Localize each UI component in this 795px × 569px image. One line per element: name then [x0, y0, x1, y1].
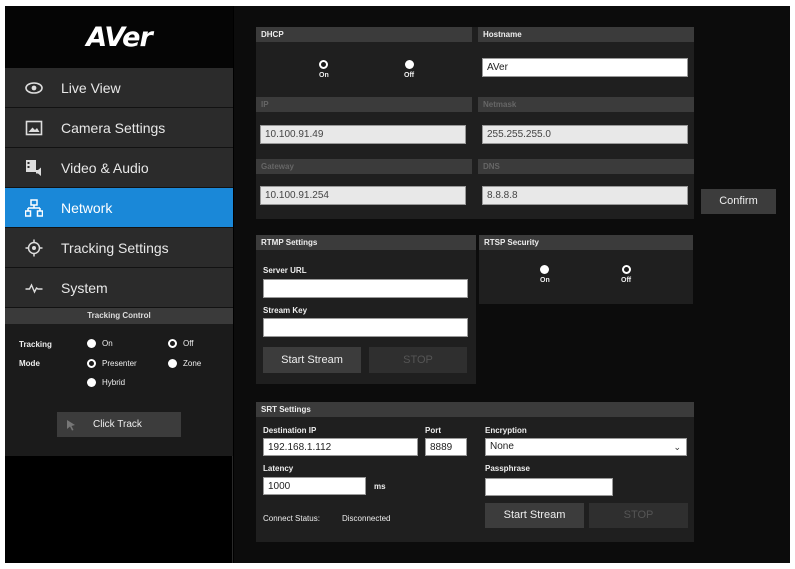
- radio-label: On: [319, 72, 329, 79]
- srt-start-stream-button[interactable]: Start Stream: [485, 503, 584, 528]
- tracking-off-radio[interactable]: Off: [168, 339, 194, 348]
- srt-stop-button[interactable]: STOP: [589, 503, 688, 528]
- passphrase-label: Passphrase: [485, 464, 530, 473]
- rtsp-off-radio[interactable]: Off: [621, 265, 631, 284]
- mode-zone-radio[interactable]: Zone: [168, 359, 201, 368]
- port-input[interactable]: [425, 438, 467, 456]
- brand-logo: AVer: [5, 6, 233, 68]
- video-audio-icon: [25, 159, 43, 177]
- hostname-input[interactable]: [482, 58, 688, 77]
- hostname-header: Hostname: [478, 27, 694, 42]
- radio-label: On: [102, 339, 113, 348]
- radio-label: Presenter: [102, 359, 137, 368]
- server-url-input[interactable]: [263, 279, 468, 298]
- radio-selected-icon: [87, 339, 96, 348]
- dhcp-off-radio[interactable]: Off: [404, 60, 414, 79]
- sidebar-item-tracking-settings[interactable]: Tracking Settings: [5, 228, 233, 268]
- srt-panel: SRT Settings Destination IP Port Encrypt…: [256, 402, 694, 542]
- dhcp-header: DHCP: [256, 27, 472, 42]
- latency-input[interactable]: [263, 477, 366, 495]
- mode-label: Mode: [19, 359, 40, 368]
- encryption-select[interactable]: None ⌄: [485, 438, 687, 456]
- network-panel: DHCP Hostname On Off IP Netmask Gateway …: [256, 27, 694, 219]
- port-label: Port: [425, 426, 441, 435]
- passphrase-input[interactable]: [485, 478, 613, 496]
- ip-header: IP: [256, 97, 472, 112]
- netmask-input[interactable]: [482, 125, 688, 144]
- stream-key-label: Stream Key: [263, 306, 308, 315]
- sidebar-item-label: Camera Settings: [61, 119, 166, 136]
- netmask-header: Netmask: [478, 97, 694, 112]
- rtsp-panel: RTSP Security On Off: [479, 235, 693, 304]
- gateway-header: Gateway: [256, 159, 472, 174]
- radio-label: Zone: [183, 359, 202, 368]
- sidebar-item-label: Live View: [61, 79, 121, 96]
- radio-unselected-icon: [319, 60, 329, 69]
- srt-header: SRT Settings: [256, 402, 694, 417]
- sidebar-item-label: Video & Audio: [61, 159, 149, 176]
- radio-unselected-icon: [168, 339, 177, 348]
- destination-ip-label: Destination IP: [263, 426, 317, 435]
- encryption-label: Encryption: [485, 426, 527, 435]
- confirm-button[interactable]: Confirm: [701, 189, 776, 214]
- destination-ip-input[interactable]: [263, 438, 418, 456]
- image-icon: [25, 119, 43, 137]
- radio-selected-icon: [87, 378, 96, 387]
- latency-label: Latency: [263, 464, 294, 473]
- rtmp-panel: RTMP Settings Server URL Stream Key Star…: [256, 235, 476, 384]
- sidebar-nav: Live View Camera Settings Video & Audio …: [5, 68, 233, 308]
- radio-unselected-icon: [87, 359, 96, 368]
- dhcp-on-radio[interactable]: On: [319, 60, 329, 79]
- mode-presenter-radio[interactable]: Presenter: [87, 359, 137, 368]
- radio-label: Off: [621, 277, 632, 284]
- dns-header: DNS: [478, 159, 694, 174]
- sidebar-item-video-audio[interactable]: Video & Audio: [5, 148, 233, 188]
- radio-label: On: [540, 277, 550, 284]
- click-track-label: Click Track: [93, 419, 142, 430]
- radio-label: Off: [404, 72, 415, 79]
- main-content: DHCP Hostname On Off IP Netmask Gateway …: [234, 6, 790, 563]
- rtmp-start-stream-button[interactable]: Start Stream: [263, 347, 361, 373]
- cursor-icon: [67, 419, 75, 430]
- rtsp-header: RTSP Security: [479, 235, 693, 250]
- connect-status-label: Connect Status:: [263, 514, 320, 523]
- connect-status-value: Disconnected: [342, 514, 391, 523]
- stream-key-input[interactable]: [263, 318, 468, 337]
- radio-selected-icon: [540, 265, 550, 274]
- server-url-label: Server URL: [263, 266, 307, 275]
- logo-text: AVer: [86, 21, 153, 53]
- rtsp-on-radio[interactable]: On: [540, 265, 550, 284]
- sidebar-item-system[interactable]: System: [5, 268, 233, 308]
- sidebar: AVer Live View Camera Settings Video & A…: [5, 6, 233, 563]
- mode-hybrid-radio[interactable]: Hybrid: [87, 378, 125, 387]
- app-frame: AVer Live View Camera Settings Video & A…: [5, 6, 790, 563]
- network-icon: [25, 198, 43, 217]
- chevron-down-icon: ⌄: [673, 442, 681, 452]
- sidebar-item-label: Network: [61, 199, 113, 216]
- target-icon: [25, 239, 43, 257]
- ip-input[interactable]: [260, 125, 466, 144]
- sidebar-item-network[interactable]: Network: [5, 188, 233, 228]
- radio-selected-icon: [404, 60, 414, 69]
- sidebar-item-camera-settings[interactable]: Camera Settings: [5, 108, 233, 148]
- latency-unit: ms: [374, 482, 386, 491]
- eye-icon: [25, 79, 43, 97]
- sidebar-item-label: System: [61, 279, 108, 296]
- click-track-button[interactable]: Click Track: [57, 412, 181, 437]
- radio-label: Hybrid: [102, 378, 126, 387]
- radio-label: Off: [183, 339, 194, 348]
- encryption-value: None: [490, 441, 514, 452]
- pulse-icon: [25, 279, 43, 297]
- sidebar-item-label: Tracking Settings: [61, 239, 169, 256]
- tracking-on-radio[interactable]: On: [87, 339, 113, 348]
- tracking-control-header: Tracking Control: [5, 308, 233, 324]
- radio-selected-icon: [168, 359, 177, 368]
- rtmp-header: RTMP Settings: [256, 235, 476, 250]
- gateway-input[interactable]: [260, 186, 466, 205]
- radio-unselected-icon: [621, 265, 631, 274]
- sidebar-item-live-view[interactable]: Live View: [5, 68, 233, 108]
- tracking-label: Tracking: [19, 340, 52, 349]
- rtmp-stop-button[interactable]: STOP: [369, 347, 467, 373]
- dns-input[interactable]: [482, 186, 688, 205]
